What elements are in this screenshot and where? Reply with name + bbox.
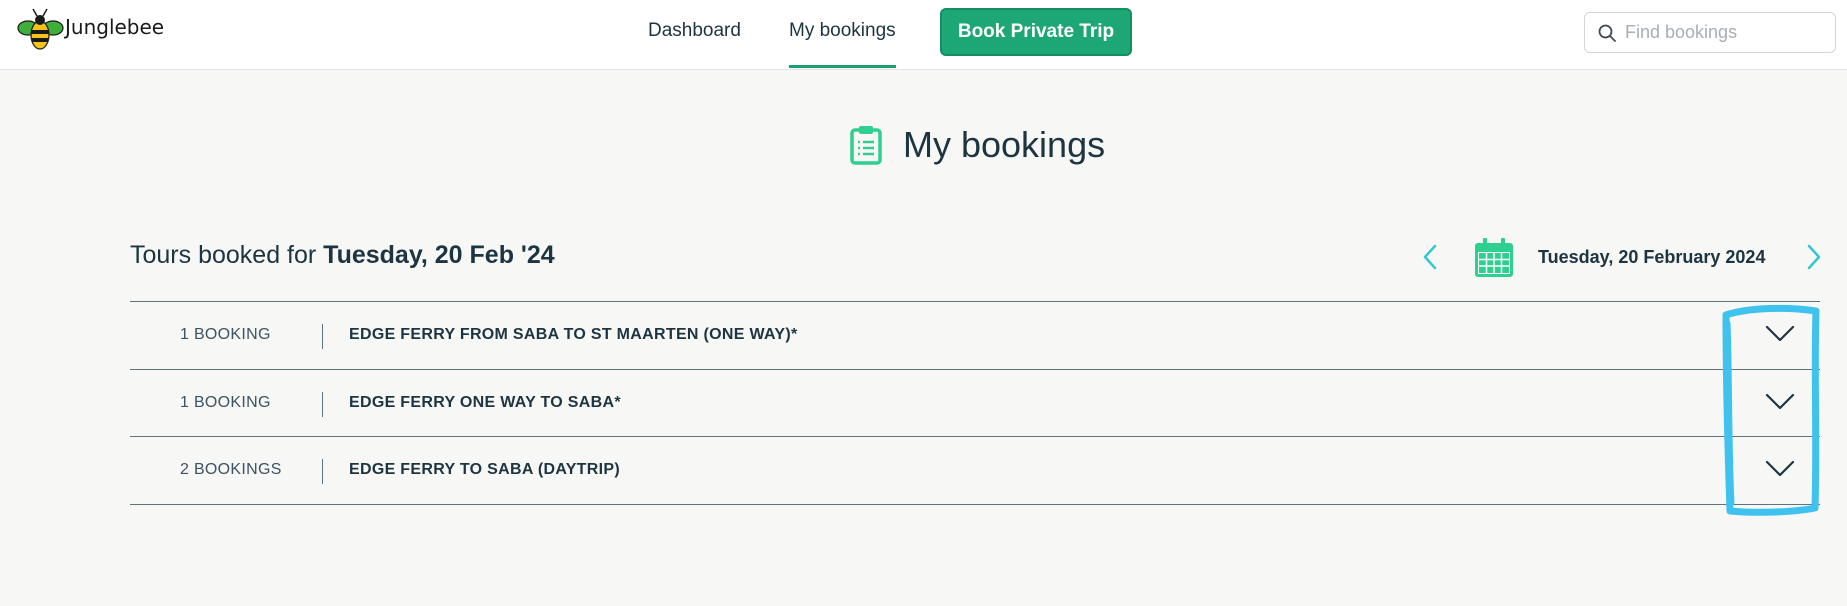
booking-count: 1 BOOKING (180, 326, 271, 343)
chevron-down-icon[interactable] (1764, 457, 1796, 481)
chevron-right-icon[interactable] (1804, 243, 1824, 271)
row-divider (322, 459, 323, 484)
row-divider (322, 391, 323, 417)
nav-active-indicator (789, 65, 896, 68)
booking-tour-title: EDGE FERRY TO SABA (DAYTRIP) (349, 461, 620, 478)
booking-row[interactable]: 1 BOOKING EDGE FERRY FROM SABA TO ST MAA… (130, 302, 1820, 370)
chevron-down-icon[interactable] (1764, 322, 1796, 346)
search-box[interactable] (1584, 12, 1836, 53)
page-heading: My bookings (903, 124, 1106, 165)
brand-logo[interactable]: Junglebee (17, 6, 164, 56)
nav-dashboard[interactable]: Dashboard (648, 20, 741, 42)
tours-heading-date: Tuesday, 20 Feb '24 (323, 241, 555, 269)
booking-count: 2 BOOKINGS (180, 461, 282, 478)
date-navigator: Tuesday, 20 February 2024 (1420, 237, 1830, 279)
search-input[interactable] (1625, 22, 1825, 43)
clipboard-icon (850, 126, 882, 165)
top-navbar: Junglebee Dashboard My bookings Book Pri… (0, 0, 1847, 70)
tours-heading: Tours booked for Tuesday, 20 Feb '24 (130, 241, 555, 270)
nav-my-bookings[interactable]: My bookings (789, 20, 896, 42)
booking-row[interactable]: 1 BOOKING EDGE FERRY ONE WAY TO SABA* (130, 370, 1820, 437)
book-private-trip-button[interactable]: Book Private Trip (940, 8, 1132, 56)
brand-name: Junglebee (65, 15, 165, 39)
booking-count: 1 BOOKING (180, 393, 271, 411)
booking-tour-title: EDGE FERRY FROM SABA TO ST MAARTEN (ONE … (349, 326, 798, 343)
booking-tour-title: EDGE FERRY ONE WAY TO SABA* (349, 393, 621, 411)
search-icon (1598, 24, 1616, 42)
page-title: My bookings (849, 124, 1105, 166)
chevron-down-icon[interactable] (1764, 390, 1796, 414)
row-divider (322, 324, 323, 349)
tours-heading-prefix: Tours booked for (130, 241, 324, 269)
booking-list: 1 BOOKING EDGE FERRY FROM SABA TO ST MAA… (130, 301, 1820, 505)
bee-logo-icon (17, 8, 64, 50)
selected-date[interactable]: Tuesday, 20 February 2024 (1538, 247, 1765, 268)
calendar-icon[interactable] (1473, 237, 1515, 279)
booking-row[interactable]: 2 BOOKINGS EDGE FERRY TO SABA (DAYTRIP) (130, 437, 1820, 505)
chevron-left-icon[interactable] (1420, 243, 1440, 271)
